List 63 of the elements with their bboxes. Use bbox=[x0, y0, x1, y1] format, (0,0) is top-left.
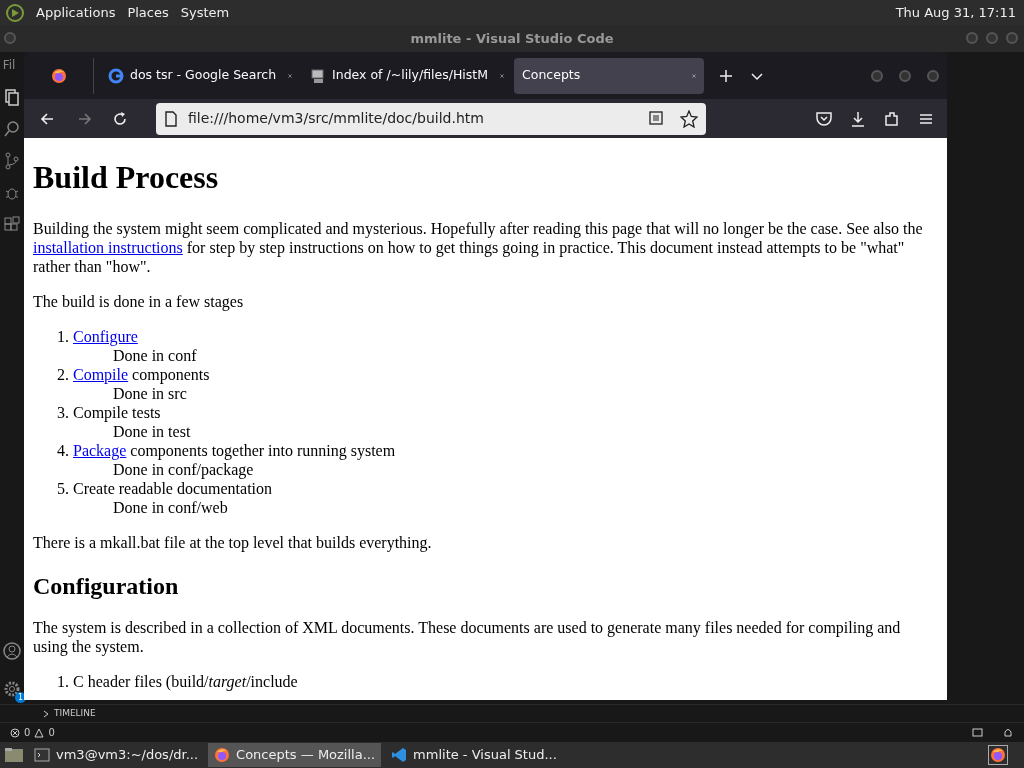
branch-icon[interactable] bbox=[3, 152, 21, 170]
firefox-icon[interactable] bbox=[50, 67, 67, 84]
list-item: 4. Package components together into running system bbox=[57, 442, 396, 459]
browser-tab[interactable]: Index of /~lily/files/HistM bbox=[302, 57, 513, 94]
bookmark-star-icon[interactable] bbox=[680, 109, 698, 128]
files-icon[interactable] bbox=[3, 88, 21, 106]
google-icon bbox=[108, 67, 124, 84]
list-item: 1. C header files (build/target/include bbox=[57, 673, 298, 690]
menu-item[interactable]: Fil bbox=[2, 56, 16, 74]
list-item-detail: Done in test bbox=[113, 423, 191, 440]
link[interactable]: installation instructions bbox=[33, 239, 183, 256]
clock: Thu Aug 31, 17:11 bbox=[895, 3, 1016, 22]
logo-icon bbox=[6, 3, 24, 22]
window-title: mmlite - Visual Studio Code bbox=[410, 29, 614, 48]
pocket-icon[interactable] bbox=[815, 109, 833, 128]
section-heading: Configuration bbox=[33, 572, 180, 600]
menu-item[interactable]: Places bbox=[127, 2, 169, 23]
folder-icon[interactable] bbox=[4, 746, 24, 764]
new-tab-icon[interactable] bbox=[718, 67, 735, 84]
firefox-icon[interactable] bbox=[988, 745, 1008, 765]
section-header[interactable]: TIMELINE bbox=[54, 706, 96, 721]
reader-view-icon[interactable] bbox=[648, 109, 664, 126]
taskbar-item[interactable]: Concepts — Mozilla... bbox=[208, 743, 382, 767]
download-icon[interactable] bbox=[849, 109, 867, 128]
link[interactable]: Compile bbox=[73, 366, 129, 383]
url-field[interactable]: file:///home/vm3/src/mmlite/doc/build.htm bbox=[156, 102, 706, 135]
list-item-detail: Done in conf/package bbox=[113, 461, 254, 478]
page-icon bbox=[164, 110, 178, 127]
reload-icon[interactable] bbox=[111, 109, 129, 128]
paragraph: There is a mkall.bat file at the top level that builds everything. bbox=[33, 533, 433, 552]
extensions-icon[interactable] bbox=[883, 109, 901, 128]
list-item: 5. Create readable documentation bbox=[57, 480, 272, 497]
taskbar-item[interactable]: vm3@vm3:~/dos/dr... bbox=[28, 743, 205, 767]
feedback-icon[interactable] bbox=[972, 726, 984, 739]
link[interactable]: Configure bbox=[73, 328, 138, 345]
page-heading: Build Process bbox=[33, 159, 220, 195]
taskbar-item[interactable]: mmlite - Visual Stud... bbox=[385, 743, 563, 767]
list-item: 3. Compile tests bbox=[57, 404, 161, 421]
search-icon[interactable] bbox=[3, 120, 21, 138]
paragraph: Building the system might seem complicated and mysterious. Hopefully after reading this page that will no longer be the case. See also the installation instructions for step by step instructions on how to get things going in practice. This document instead attempts to be "what" rather than "how". bbox=[33, 219, 924, 276]
menu-item[interactable]: System bbox=[180, 2, 230, 23]
paragraph: The system is described in a collection of XML documents. These documents are used to generate many files needed for compiling and using the system. bbox=[33, 618, 902, 656]
code-editor-icon bbox=[391, 747, 408, 763]
list-item: 1. Configure bbox=[57, 328, 138, 345]
paragraph: The build is done in a few stages bbox=[33, 292, 245, 311]
terminal-icon bbox=[34, 747, 50, 763]
settings-icon[interactable] bbox=[3, 679, 21, 698]
browser-tab[interactable]: Concepts bbox=[514, 57, 705, 94]
computer-icon bbox=[310, 67, 327, 84]
list-item: 2. Compile components bbox=[57, 366, 210, 383]
firefox-icon bbox=[214, 747, 231, 763]
browser-tab[interactable]: dos tsr - Google Search bbox=[100, 57, 301, 94]
warning-count[interactable]: 0 bbox=[48, 725, 55, 740]
account-icon[interactable] bbox=[3, 642, 21, 660]
list-item-detail: Done in conf/web bbox=[113, 499, 228, 516]
chevron-icon[interactable] bbox=[42, 709, 50, 718]
list-item-detail: Done in src bbox=[113, 385, 187, 402]
link[interactable]: Package bbox=[73, 442, 127, 459]
error-icon[interactable] bbox=[10, 727, 20, 738]
list-item-detail: Done in conf bbox=[113, 347, 197, 364]
warning-icon[interactable] bbox=[34, 727, 45, 738]
error-count[interactable]: 0 bbox=[24, 725, 31, 740]
menu-item[interactable]: Applications bbox=[36, 2, 116, 23]
